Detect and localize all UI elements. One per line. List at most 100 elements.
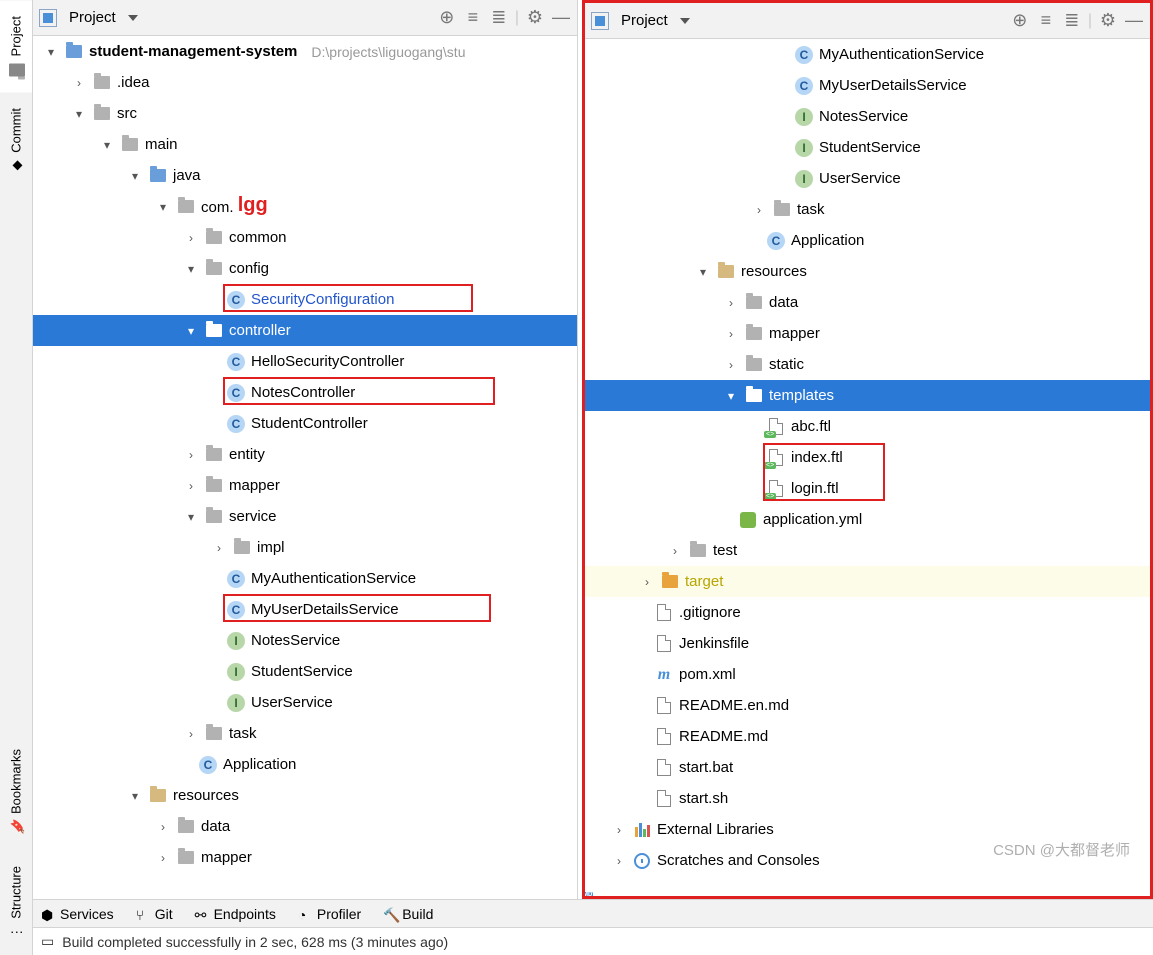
tree-item[interactable]: C StudentController — [33, 408, 577, 439]
select-file-icon[interactable]: ⊕ — [1010, 11, 1030, 31]
tree-item[interactable]: start.bat — [585, 752, 1150, 783]
tree-item[interactable]: ▾ main — [33, 129, 577, 160]
chevron-down-icon[interactable]: ▾ — [127, 789, 143, 803]
chevron-down-icon[interactable]: ▾ — [183, 510, 199, 524]
tree-item[interactable]: INotesService — [585, 101, 1150, 132]
chevron-down-icon[interactable]: ▾ — [71, 107, 87, 121]
tree-item[interactable]: Jenkinsfile — [585, 628, 1150, 659]
chevron-down-icon[interactable]: ▾ — [183, 262, 199, 276]
tree-item[interactable]: ›mapper — [585, 318, 1150, 349]
tree-item[interactable]: ▾ java — [33, 160, 577, 191]
tree-item[interactable]: I NotesService — [33, 625, 577, 656]
tree-item[interactable]: .gitignore — [585, 597, 1150, 628]
chevron-right-icon[interactable]: › — [155, 820, 171, 834]
tree-item[interactable]: IStudentService — [585, 132, 1150, 163]
tree-item[interactable]: C HelloSecurityController — [33, 346, 577, 377]
tree-root[interactable]: ▾ student-management-system D:\projects\… — [33, 36, 577, 67]
chevron-down-icon[interactable]: ▾ — [127, 169, 143, 183]
hide-icon[interactable]: — — [551, 8, 571, 28]
tree-item[interactable]: ▾ service — [33, 501, 577, 532]
tree-item-selected[interactable]: ▾ controller — [33, 315, 577, 346]
tree-item[interactable]: ▾ src — [33, 98, 577, 129]
select-file-icon[interactable]: ⊕ — [437, 8, 457, 28]
chevron-right-icon[interactable]: › — [183, 479, 199, 493]
chevron-right-icon[interactable]: › — [639, 575, 655, 589]
tree-item[interactable]: CApplication — [585, 225, 1150, 256]
tab-git[interactable]: ⑂Git — [136, 906, 173, 922]
tab-commit[interactable]: ◆ Commit — [0, 92, 32, 189]
chevron-right-icon[interactable]: › — [723, 358, 739, 372]
chevron-down-icon[interactable]: ▾ — [695, 265, 711, 279]
project-tree[interactable]: ▾ student-management-system D:\projects\… — [33, 36, 577, 899]
pane-title[interactable]: Project — [63, 9, 122, 26]
tree-item[interactable]: › mapper — [33, 470, 577, 501]
tree-item[interactable]: ▾ com. lgg — [33, 191, 577, 222]
tree-item[interactable]: CMyUserDetailsService — [585, 70, 1150, 101]
tree-item[interactable]: ›data — [585, 287, 1150, 318]
chevron-right-icon[interactable]: › — [667, 544, 683, 558]
tab-structure[interactable]: ⋮ Structure — [0, 850, 32, 955]
tree-item[interactable]: C SecurityConfiguration — [33, 284, 577, 315]
chevron-right-icon[interactable]: › — [211, 541, 227, 555]
tree-item[interactable]: › common — [33, 222, 577, 253]
tree-item[interactable]: › mapper — [33, 842, 577, 873]
tab-profiler[interactable]: ◔Profiler — [298, 906, 361, 922]
chevron-down-icon[interactable]: ▾ — [723, 389, 739, 403]
tree-item[interactable]: › entity — [33, 439, 577, 470]
chevron-down-icon[interactable]: ▾ — [43, 45, 59, 59]
tab-build[interactable]: 🔨Build — [383, 906, 433, 922]
tab-endpoints[interactable]: ⚯Endpoints — [195, 906, 276, 922]
tree-item[interactable]: › impl — [33, 532, 577, 563]
hide-icon[interactable]: — — [1124, 11, 1144, 31]
chevron-right-icon[interactable]: › — [723, 327, 739, 341]
chevron-down-icon[interactable]: ▾ — [155, 200, 171, 214]
tree-item[interactable]: › task — [33, 718, 577, 749]
tree-item[interactable]: I UserService — [33, 687, 577, 718]
tree-item[interactable]: ▾ resources — [33, 780, 577, 811]
tree-item[interactable]: C Application — [33, 749, 577, 780]
tree-item[interactable]: › .idea — [33, 67, 577, 98]
tree-item[interactable]: ▾ config — [33, 253, 577, 284]
tab-services[interactable]: ⬢Services — [41, 906, 114, 922]
project-tree[interactable]: CMyAuthenticationService CMyUserDetailsS… — [585, 39, 1150, 896]
tree-item[interactable]: I StudentService — [33, 656, 577, 687]
chevron-right-icon[interactable]: › — [183, 727, 199, 741]
tree-item[interactable]: CMyAuthenticationService — [585, 39, 1150, 70]
tree-item[interactable]: mpom.xml — [585, 659, 1150, 690]
tree-item[interactable]: ›test — [585, 535, 1150, 566]
chevron-down-icon[interactable] — [680, 18, 690, 24]
tree-item[interactable]: ›static — [585, 349, 1150, 380]
tree-item-selected[interactable]: ▾templates — [585, 380, 1150, 411]
chevron-right-icon[interactable]: › — [611, 854, 627, 868]
chevron-right-icon[interactable]: › — [183, 448, 199, 462]
chevron-right-icon[interactable]: › — [751, 203, 767, 217]
expand-all-icon[interactable]: ≡ — [1036, 11, 1056, 31]
chevron-down-icon[interactable] — [128, 15, 138, 21]
tree-item[interactable]: README.en.md — [585, 690, 1150, 721]
gear-icon[interactable]: ⚙ — [1098, 11, 1118, 31]
tree-item[interactable]: C MyUserDetailsService — [33, 594, 577, 625]
chevron-down-icon[interactable]: ▾ — [99, 138, 115, 152]
collapse-all-icon[interactable]: ≣ — [489, 8, 509, 28]
tree-item[interactable]: C MyAuthenticationService — [33, 563, 577, 594]
tree-item[interactable]: IUserService — [585, 163, 1150, 194]
tree-item[interactable]: application.yml — [585, 504, 1150, 535]
chevron-right-icon[interactable]: › — [183, 231, 199, 245]
collapse-all-icon[interactable]: ≣ — [1062, 11, 1082, 31]
chevron-right-icon[interactable]: › — [155, 851, 171, 865]
tree-item[interactable]: index.ftl — [585, 442, 1150, 473]
tree-item[interactable]: login.ftl — [585, 473, 1150, 504]
chevron-down-icon[interactable]: ▾ — [183, 324, 199, 338]
tree-item[interactable]: abc.ftl — [585, 411, 1150, 442]
tree-item-excluded[interactable]: ›target — [585, 566, 1150, 597]
expand-all-icon[interactable]: ≡ — [463, 8, 483, 28]
chevron-right-icon[interactable]: › — [71, 76, 87, 90]
tab-project[interactable]: Project — [0, 0, 32, 92]
tree-item[interactable]: ›task — [585, 194, 1150, 225]
chevron-right-icon[interactable]: › — [611, 823, 627, 837]
tree-item[interactable]: start.sh — [585, 783, 1150, 814]
tree-item[interactable]: ▾resources — [585, 256, 1150, 287]
gear-icon[interactable]: ⚙ — [525, 8, 545, 28]
pane-title[interactable]: Project — [615, 12, 674, 29]
tab-bookmarks[interactable]: 🔖 Bookmarks — [0, 733, 32, 850]
